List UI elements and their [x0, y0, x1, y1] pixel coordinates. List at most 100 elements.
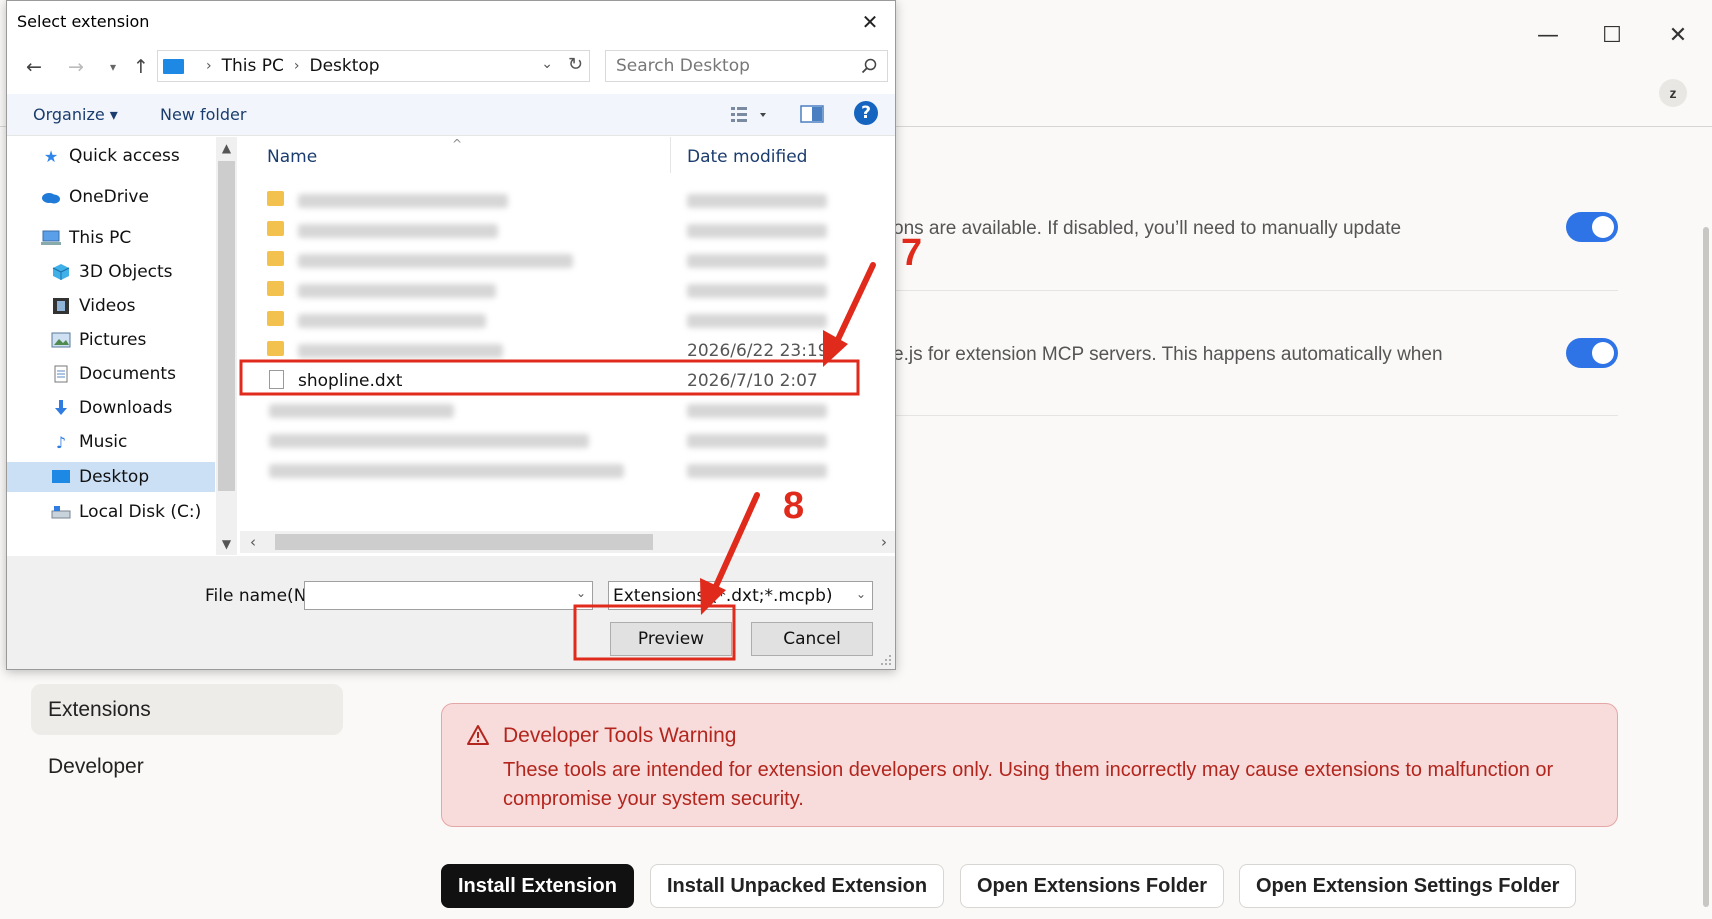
- redacted-name: [298, 284, 496, 298]
- film-icon: [51, 297, 71, 315]
- chevron-down-icon[interactable]: ⌄: [576, 586, 586, 600]
- scroll-right-icon[interactable]: ›: [881, 533, 887, 551]
- scroll-down-icon[interactable]: ▼: [216, 537, 237, 551]
- redacted-name: [298, 194, 508, 208]
- auto-update-toggle[interactable]: [1566, 212, 1618, 242]
- refresh-icon[interactable]: ↻: [568, 54, 583, 75]
- redacted-date: [687, 254, 827, 268]
- picture-icon: [51, 331, 71, 349]
- sidebar-item-extensions[interactable]: Extensions: [31, 684, 343, 735]
- nav-item-desktop[interactable]: Desktop: [7, 462, 215, 492]
- file-type-filter-value: Extensions (*.dxt;*.mcpb): [613, 585, 833, 606]
- nav-label: Pictures: [79, 330, 147, 350]
- list-item[interactable]: [240, 425, 880, 455]
- redacted-date: [687, 434, 827, 448]
- warning-body: These tools are intended for extension d…: [503, 759, 1554, 810]
- open-extension-settings-folder-button[interactable]: Open Extension Settings Folder: [1239, 864, 1577, 908]
- resize-grip-icon[interactable]: [880, 654, 892, 666]
- redacted-name: [298, 314, 486, 328]
- list-item[interactable]: [240, 455, 880, 485]
- divider: [893, 415, 1618, 416]
- nav-label: Music: [79, 432, 128, 452]
- view-options-icon[interactable]: [729, 104, 771, 126]
- chevron-right-icon: ›: [206, 58, 212, 74]
- list-item[interactable]: [240, 215, 880, 245]
- scroll-up-icon[interactable]: ▲: [216, 141, 237, 155]
- preview-pane-icon[interactable]: [800, 104, 824, 124]
- file-icon: [269, 370, 284, 389]
- star-icon: ★: [43, 146, 59, 166]
- preview-button[interactable]: Preview: [610, 622, 732, 656]
- help-icon[interactable]: ?: [854, 101, 878, 125]
- folder-icon: [267, 281, 284, 296]
- open-extensions-folder-button[interactable]: Open Extensions Folder: [960, 864, 1225, 908]
- organize-menu[interactable]: Organize ▾: [33, 105, 118, 124]
- list-item[interactable]: 2026/6/22 23:19: [240, 335, 880, 365]
- back-arrow-icon[interactable]: ←: [21, 54, 47, 80]
- folder-icon: [267, 251, 284, 266]
- close-icon[interactable]: ✕: [1658, 18, 1698, 52]
- nav-label: Quick access: [69, 146, 180, 166]
- scroll-left-icon[interactable]: ‹: [250, 533, 256, 551]
- sort-ascending-icon: ^: [452, 137, 463, 151]
- recent-locations-chevron-icon[interactable]: ▾: [100, 54, 126, 80]
- nav-label: This PC: [69, 228, 132, 248]
- new-folder-button[interactable]: New folder: [160, 105, 246, 124]
- chevron-down-icon[interactable]: ⌄: [856, 587, 866, 601]
- list-item[interactable]: [240, 395, 880, 425]
- node-runtime-setting-text: e.js for extension MCP servers. This hap…: [893, 344, 1443, 365]
- computer-icon: [41, 229, 61, 247]
- column-header-date-modified[interactable]: Date modified: [687, 147, 807, 167]
- music-icon: ♪: [55, 432, 67, 452]
- app-scrollbar[interactable]: [1700, 127, 1712, 919]
- file-name-input[interactable]: ⌄: [304, 581, 593, 610]
- step-8-label: 8: [783, 485, 805, 527]
- nav-label: Local Disk (C:): [79, 502, 202, 522]
- search-icon[interactable]: [861, 58, 877, 74]
- nav-label: Desktop: [79, 467, 150, 487]
- breadcrumb-this-pc[interactable]: This PC: [222, 56, 284, 76]
- address-bar[interactable]: › This PC › Desktop ⌄ ↻: [157, 50, 590, 82]
- list-item[interactable]: [240, 305, 880, 335]
- redacted-date: [687, 224, 827, 238]
- node-runtime-toggle[interactable]: [1566, 338, 1618, 368]
- redacted-date: [687, 404, 827, 418]
- download-icon: [51, 399, 71, 417]
- maximize-icon[interactable]: ☐: [1592, 18, 1632, 52]
- cloud-icon: [41, 188, 61, 206]
- forward-arrow-icon[interactable]: →: [63, 54, 89, 80]
- redacted-name: [298, 224, 498, 238]
- list-item-shopline-dxt[interactable]: shopline.dxt 2026/7/10 2:07: [240, 365, 880, 395]
- list-item[interactable]: [240, 245, 880, 275]
- sidebar-item-developer[interactable]: Developer: [31, 741, 343, 792]
- install-extension-button[interactable]: Install Extension: [441, 864, 634, 908]
- cancel-button[interactable]: Cancel: [751, 622, 873, 656]
- column-header-name[interactable]: Name: [267, 147, 317, 167]
- scrollbar-thumb[interactable]: [275, 534, 653, 550]
- folder-icon: [267, 221, 284, 236]
- auto-update-setting-text: ons are available. If disabled, you’ll n…: [893, 218, 1402, 239]
- search-input[interactable]: Search Desktop: [605, 50, 888, 82]
- list-item[interactable]: [240, 275, 880, 305]
- scrollbar-thumb[interactable]: [1703, 227, 1709, 907]
- install-unpacked-extension-button[interactable]: Install Unpacked Extension: [650, 864, 945, 908]
- dialog-close-icon[interactable]: ✕: [853, 7, 887, 37]
- up-arrow-icon[interactable]: ↑: [128, 54, 154, 80]
- nav-label: OneDrive: [69, 187, 149, 207]
- avatar[interactable]: z: [1659, 79, 1687, 107]
- redacted-name: [269, 434, 589, 448]
- list-item[interactable]: [240, 185, 880, 215]
- redacted-date: [687, 314, 827, 328]
- file-type-filter-select[interactable]: Extensions (*.dxt;*.mcpb) ⌄: [608, 581, 873, 610]
- address-dropdown-icon[interactable]: ⌄: [541, 56, 553, 72]
- organize-label: Organize: [33, 105, 105, 124]
- scrollbar-thumb[interactable]: [218, 161, 235, 491]
- navigation-pane-scrollbar[interactable]: ▲ ▼: [216, 137, 237, 555]
- breadcrumb-desktop[interactable]: Desktop: [309, 56, 379, 76]
- file-list-horizontal-scrollbar[interactable]: ‹ ›: [240, 531, 895, 553]
- redacted-date: [687, 464, 827, 478]
- file-name: shopline.dxt: [298, 371, 403, 391]
- minimize-icon[interactable]: —: [1528, 18, 1568, 52]
- column-separator[interactable]: [670, 137, 671, 173]
- select-extension-dialog: Select extension ✕ ← → ▾ ↑ › This PC › D…: [6, 0, 896, 670]
